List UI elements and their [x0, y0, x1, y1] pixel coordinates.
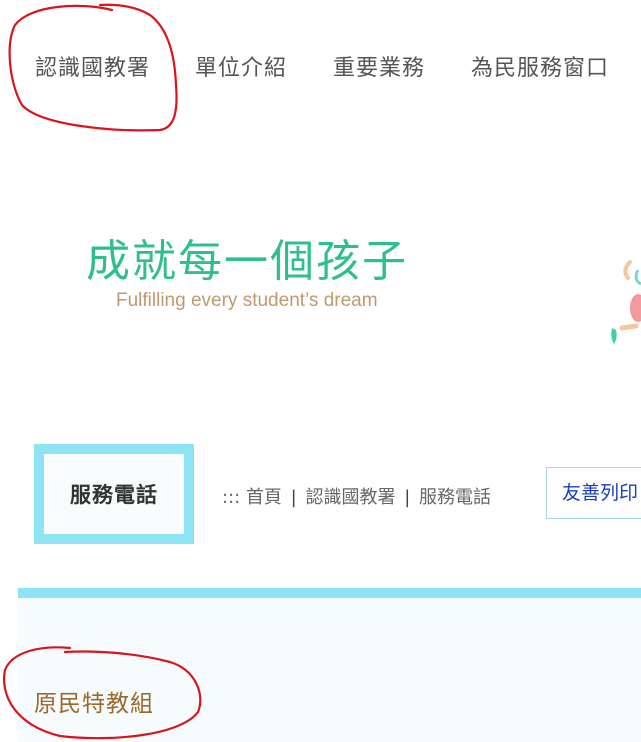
breadcrumb-item-about[interactable]: 認識國教署 — [305, 487, 395, 508]
nav-item-about[interactable]: 認識國教署 — [35, 50, 150, 82]
nav-item-key-affairs[interactable]: 重要業務 — [333, 50, 425, 82]
page-title-box: 服務電話 — [34, 444, 194, 544]
banner-tagline: Fulfilling every student’s dream — [116, 290, 378, 311]
page-title: 服務電話 — [70, 483, 158, 507]
banner-slogan: 成就每一個孩子 — [86, 236, 408, 287]
breadcrumb-item-home[interactable]: 首頁 — [246, 487, 282, 508]
breadcrumb-separator: | — [404, 487, 411, 508]
breadcrumb: ::: 首頁 | 認識國教署 | 服務電話 — [222, 483, 491, 509]
content-area — [18, 598, 641, 742]
breadcrumb-item-current[interactable]: 服務電話 — [419, 487, 491, 508]
nav-item-public-service[interactable]: 為民服務窗口 — [471, 50, 609, 82]
content-top-bar — [18, 588, 641, 598]
nav-item-units[interactable]: 單位介紹 — [195, 50, 287, 82]
breadcrumb-prefix: ::: — [222, 487, 241, 508]
child-illustration — [611, 260, 641, 344]
breadcrumb-separator: | — [290, 487, 297, 508]
section-heading: 原民特教組 — [34, 691, 154, 717]
top-navigation: 認識國教署 單位介紹 重要業務 為民服務窗口 — [0, 0, 641, 132]
friendly-print-button[interactable]: 友善列印 — [546, 467, 641, 519]
